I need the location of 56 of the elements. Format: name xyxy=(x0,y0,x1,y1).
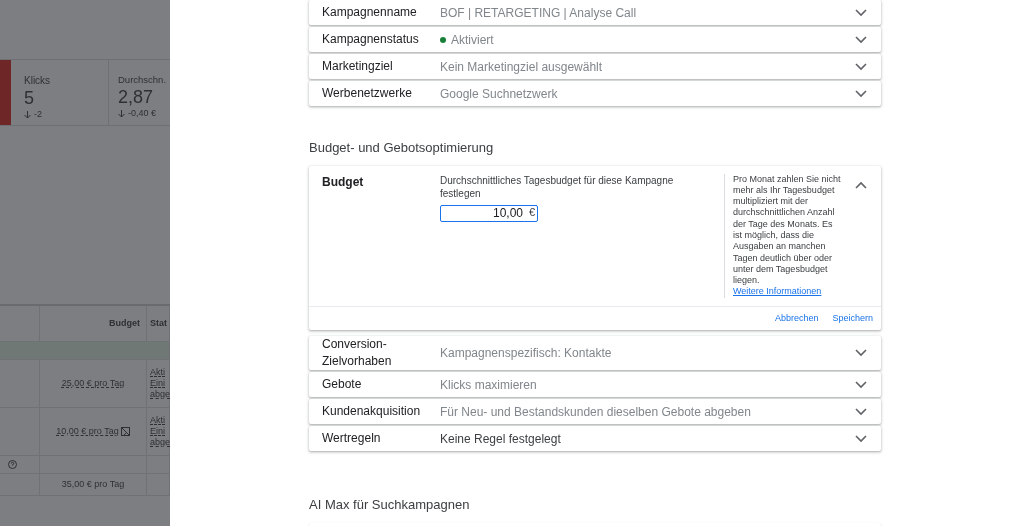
chart-icon[interactable] xyxy=(120,427,130,436)
setting-value: Für Neu- und Bestandskunden dieselben Gebote abgeben xyxy=(440,403,752,421)
field-description: Durchschnittliches Tagesbudget für diese Kampagne festlegen xyxy=(440,173,675,200)
down-arrow-icon xyxy=(24,110,31,119)
chevron-down-icon[interactable] xyxy=(855,62,867,71)
status-text[interactable]: Akti xyxy=(150,415,165,426)
column-header: Budget xyxy=(109,316,140,330)
setting-label: Kundenakquisition xyxy=(322,403,422,421)
setting-label: Werbenetzwerke xyxy=(322,85,413,102)
metric-change: -0,40 € xyxy=(128,107,157,121)
down-arrow-icon xyxy=(118,110,125,118)
setting-label: Kampagnenstatus xyxy=(322,31,420,48)
status-text[interactable]: abge xyxy=(150,389,170,400)
chevron-up-icon[interactable] xyxy=(855,181,867,190)
setting-label: Conversion-Zielvorhaben xyxy=(322,336,393,371)
setting-value: Google Suchnetzwerk xyxy=(440,85,559,103)
setting-value: BOF | RETARGETING | Analyse Call xyxy=(440,4,638,22)
budget-link[interactable]: 25,00 € pro Tag xyxy=(61,376,125,391)
total-budget: 35,00 € pro Tag xyxy=(61,477,125,491)
cancel-button[interactable]: Abbrechen xyxy=(774,311,819,326)
setting-value: Aktiviert xyxy=(451,31,494,49)
budget-link[interactable]: 10,00 € pro Tag xyxy=(56,424,119,439)
chevron-down-icon[interactable] xyxy=(855,407,867,416)
save-button[interactable]: Speichern xyxy=(832,311,873,326)
setting-label: Marketingziel xyxy=(322,58,394,75)
chevron-down-icon[interactable] xyxy=(855,8,867,17)
help-icon[interactable] xyxy=(8,460,17,469)
metric-label: Durchschn. xyxy=(118,73,168,87)
help-text: Pro Monat zahlen Sie nicht mehr als Ihr Tagesbudget multipliziert mit der durchschnittlichen Anzahl der Tage des Monats. Es ist möglich, dass die Ausgaben an manchen Tagen deutlich über oder unter dem Tagesbudget liegen. xyxy=(733,173,842,287)
setting-value: Kampagnenspezifisch: Kontakte xyxy=(440,345,613,363)
setting-value: Kein Marketingziel ausgewählt xyxy=(440,58,604,76)
column-header: Stat xyxy=(150,316,167,330)
section-title: Budget- und Gebotsoptimierung xyxy=(309,139,495,157)
currency-symbol: € xyxy=(528,205,535,219)
metric-change: -2 xyxy=(34,108,42,121)
metric-value: 5 xyxy=(24,88,35,108)
metric-accent xyxy=(0,60,11,125)
metric-label: Klicks xyxy=(24,74,52,88)
setting-label: Wertregeln xyxy=(322,430,382,448)
status-text[interactable]: Akti xyxy=(150,367,165,378)
status-text[interactable]: abge xyxy=(150,437,170,448)
setting-value: Klicks maximieren xyxy=(440,376,538,394)
chevron-down-icon[interactable] xyxy=(855,349,867,358)
chevron-down-icon[interactable] xyxy=(855,89,867,98)
metric-value: 2,87 xyxy=(118,87,155,108)
status-text[interactable]: Eini xyxy=(150,378,165,389)
setting-label: Budget xyxy=(322,173,365,191)
setting-label: Gebote xyxy=(322,376,363,394)
setting-label: Kampagnenname xyxy=(322,4,418,21)
learn-more-link[interactable]: Weitere Informationen xyxy=(733,286,822,297)
chevron-down-icon[interactable] xyxy=(855,380,867,389)
setting-value: Keine Regel festgelegt xyxy=(440,430,562,448)
chevron-down-icon[interactable] xyxy=(855,434,867,443)
status-text[interactable]: Eini xyxy=(150,426,165,437)
section-title: AI Max für Suchkampagnen xyxy=(309,496,471,515)
chevron-down-icon[interactable] xyxy=(855,35,867,44)
